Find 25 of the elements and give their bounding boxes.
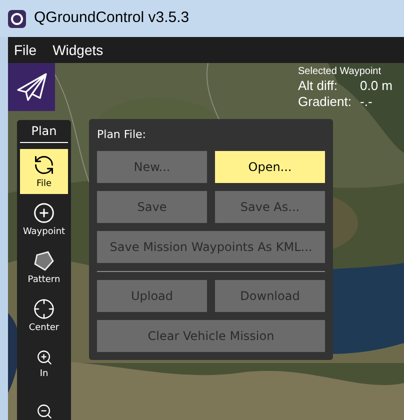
app-logo-icon [8, 10, 26, 28]
info-label: Alt diff: [298, 78, 339, 94]
polygon-icon [33, 250, 55, 272]
toolbar-item[interactable]: Center [20, 293, 68, 338]
zoom-in-icon [36, 348, 52, 366]
zoom-out-icon [36, 403, 52, 420]
info-value: -.- [360, 94, 372, 110]
toolbar-item[interactable]: File [20, 149, 68, 194]
plus-circle-icon [33, 202, 55, 224]
menu-item[interactable]: Widgets [52, 40, 104, 60]
menu-item[interactable]: File [14, 40, 37, 60]
info-label: Gradient: [298, 94, 352, 110]
toolbar-item[interactable]: Waypoint [20, 197, 68, 242]
toolbar-item[interactable]: Pattern [20, 245, 68, 290]
toolbar-item[interactable]: In [20, 341, 68, 386]
toolbar-title: Plan [31, 123, 57, 139]
info-value: 0.0 m [360, 78, 393, 94]
window-title: QGroundControl v3.5.3 [34, 8, 190, 28]
crosshair-icon [33, 298, 55, 320]
refresh-icon [33, 154, 55, 176]
plan-file-button[interactable]: Open... [215, 151, 325, 183]
selected-waypoint-title: Selected Waypoint [298, 66, 382, 78]
panel-title: Plan File: [97, 127, 148, 143]
paper-plane-icon [16, 72, 48, 102]
plan-logo-tile[interactable] [8, 63, 55, 111]
